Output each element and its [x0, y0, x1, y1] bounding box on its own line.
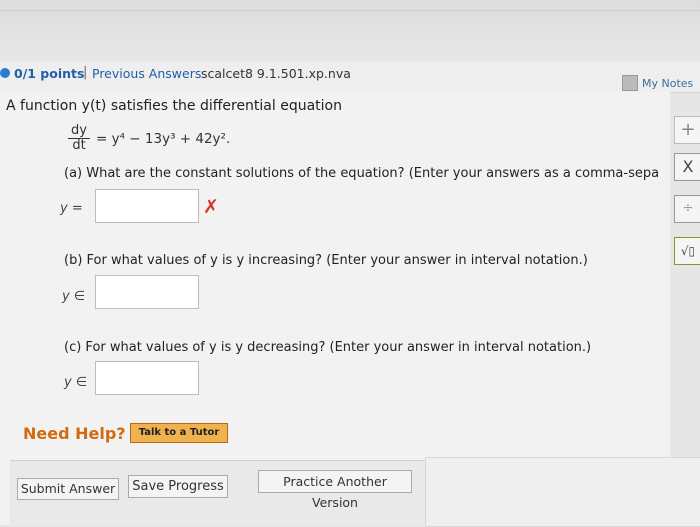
derivative-fraction: dy dt	[68, 124, 90, 153]
derivative-denominator: dt	[72, 138, 86, 153]
part-b-prompt: (b) For what values of y is y increasing…	[64, 253, 588, 268]
need-help-label: Need Help?	[23, 424, 126, 443]
plus-button[interactable]: +	[674, 116, 700, 144]
my-notes-button[interactable]: My Notes	[622, 75, 693, 91]
talk-to-tutor-button[interactable]: Talk to a Tutor	[130, 423, 228, 443]
status-dot-icon	[0, 68, 10, 78]
save-progress-button[interactable]: Save Progress	[128, 475, 228, 498]
part-c-prompt: (c) For what values of y is y decreasing…	[64, 340, 592, 355]
part-a-label: y =	[60, 201, 83, 216]
question-intro: A function y(t) satisfies the differenti…	[6, 98, 342, 114]
incorrect-icon: ✗	[203, 196, 219, 218]
sqrt-button[interactable]: √▯	[674, 237, 700, 265]
previous-answers-link[interactable]: Previous Answers	[92, 66, 201, 81]
close-button[interactable]: X	[674, 153, 700, 181]
my-notes-label: My Notes	[642, 76, 694, 90]
part-c-label: y ∈	[64, 375, 88, 390]
equation-rhs: = y⁴ − 13y³ + 42y².	[96, 131, 231, 147]
notes-icon	[622, 75, 638, 91]
part-c-answer-input[interactable]	[95, 361, 199, 395]
part-a-answer-input[interactable]	[95, 189, 199, 223]
part-a-prompt: (a) What are the constant solutions of t…	[64, 166, 660, 181]
part-b-answer-input[interactable]	[95, 275, 199, 309]
derivative-numerator: dy	[68, 124, 90, 139]
part-b-label: y ∈	[62, 289, 86, 304]
practice-another-version-button[interactable]: Practice Another Version	[258, 470, 412, 510]
header-separator: |	[83, 65, 88, 80]
browser-top-area	[0, 0, 700, 62]
footer-right-panel	[425, 457, 700, 527]
problem-id: scalcet8 9.1.501.xp.nva	[201, 66, 351, 81]
top-divider	[0, 10, 700, 11]
points-text: 0/1 points	[14, 66, 85, 81]
fraction-button[interactable]: ÷	[674, 195, 700, 223]
submit-answer-button[interactable]: Submit Answer	[17, 478, 119, 500]
